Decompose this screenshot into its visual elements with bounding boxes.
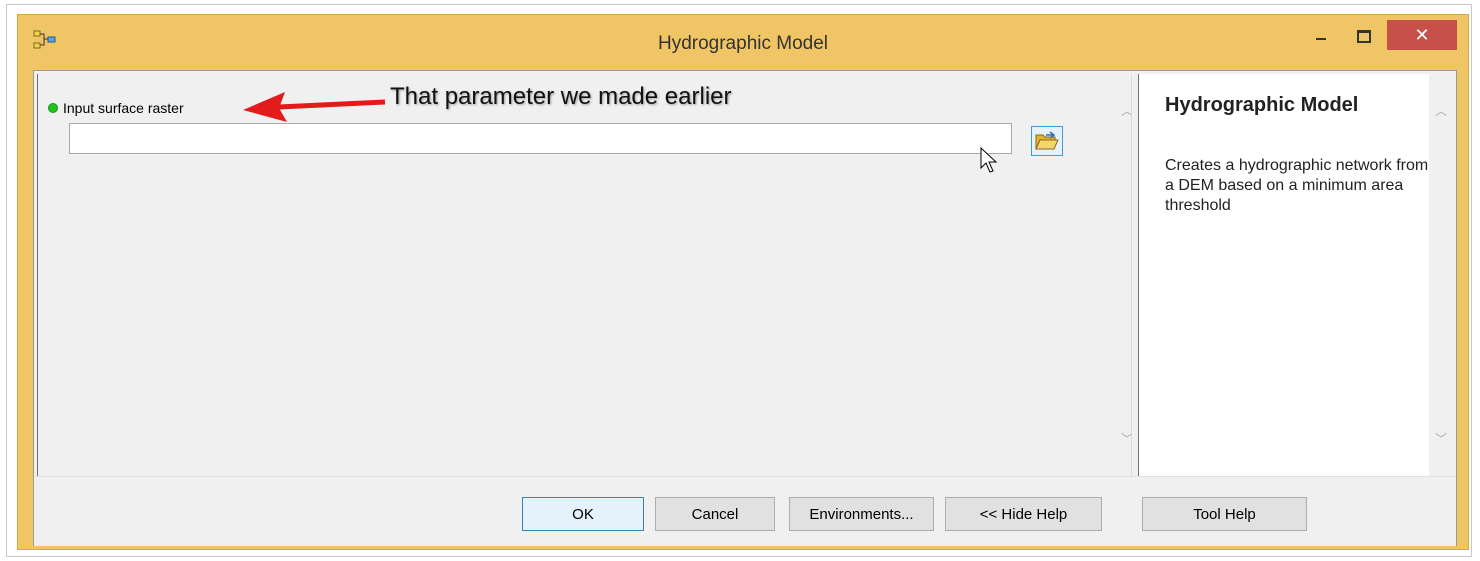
annotation-text: That parameter we made earlier	[390, 83, 732, 110]
window-title: Hydrographic Model	[657, 33, 829, 54]
help-title: Hydrographic Model	[1165, 94, 1359, 116]
input-surface-raster-label: Input surface raster	[63, 100, 184, 116]
help-description: Creates a hydrographic network from a DE…	[1165, 157, 1429, 214]
close-button[interactable]: ✕	[1387, 20, 1457, 50]
hydrographic-model-dialog: Hydrographic Model ✕ Input surface raste…	[17, 14, 1469, 550]
title-bar[interactable]: Hydrographic Model ✕	[18, 15, 1468, 70]
help-scroll-up-icon[interactable]: ︿	[1434, 104, 1448, 118]
parameters-pane: Input surface raster That parameter we m…	[37, 74, 1110, 476]
parameter-row: Input surface raster	[48, 100, 184, 116]
ok-button[interactable]: OK	[522, 497, 644, 531]
mouse-cursor-icon	[980, 146, 998, 173]
required-parameter-dot	[48, 103, 58, 113]
help-scroll-down-icon[interactable]: ﹀	[1434, 432, 1448, 446]
minimize-button[interactable]	[1303, 21, 1339, 51]
input-surface-raster-field[interactable]	[69, 123, 1012, 154]
maximize-button[interactable]	[1346, 21, 1382, 51]
red-arrow-icon	[243, 92, 386, 122]
tool-help-button[interactable]: Tool Help	[1142, 497, 1307, 531]
pane-splitter[interactable]	[1131, 74, 1139, 476]
dialog-content: Input surface raster That parameter we m…	[33, 70, 1457, 546]
help-pane: Hydrographic Model Creates a hydrographi…	[1139, 74, 1453, 476]
hide-help-button[interactable]: << Hide Help	[945, 497, 1102, 531]
help-scrollbar[interactable]: ︿ ﹀	[1429, 74, 1453, 476]
open-folder-icon	[1035, 131, 1059, 150]
browse-button[interactable]	[1031, 126, 1063, 156]
button-bar: OK Cancel Environments... << Hide Help T…	[34, 476, 1456, 546]
environments-button[interactable]: Environments...	[789, 497, 934, 531]
cancel-button[interactable]: Cancel	[655, 497, 775, 531]
